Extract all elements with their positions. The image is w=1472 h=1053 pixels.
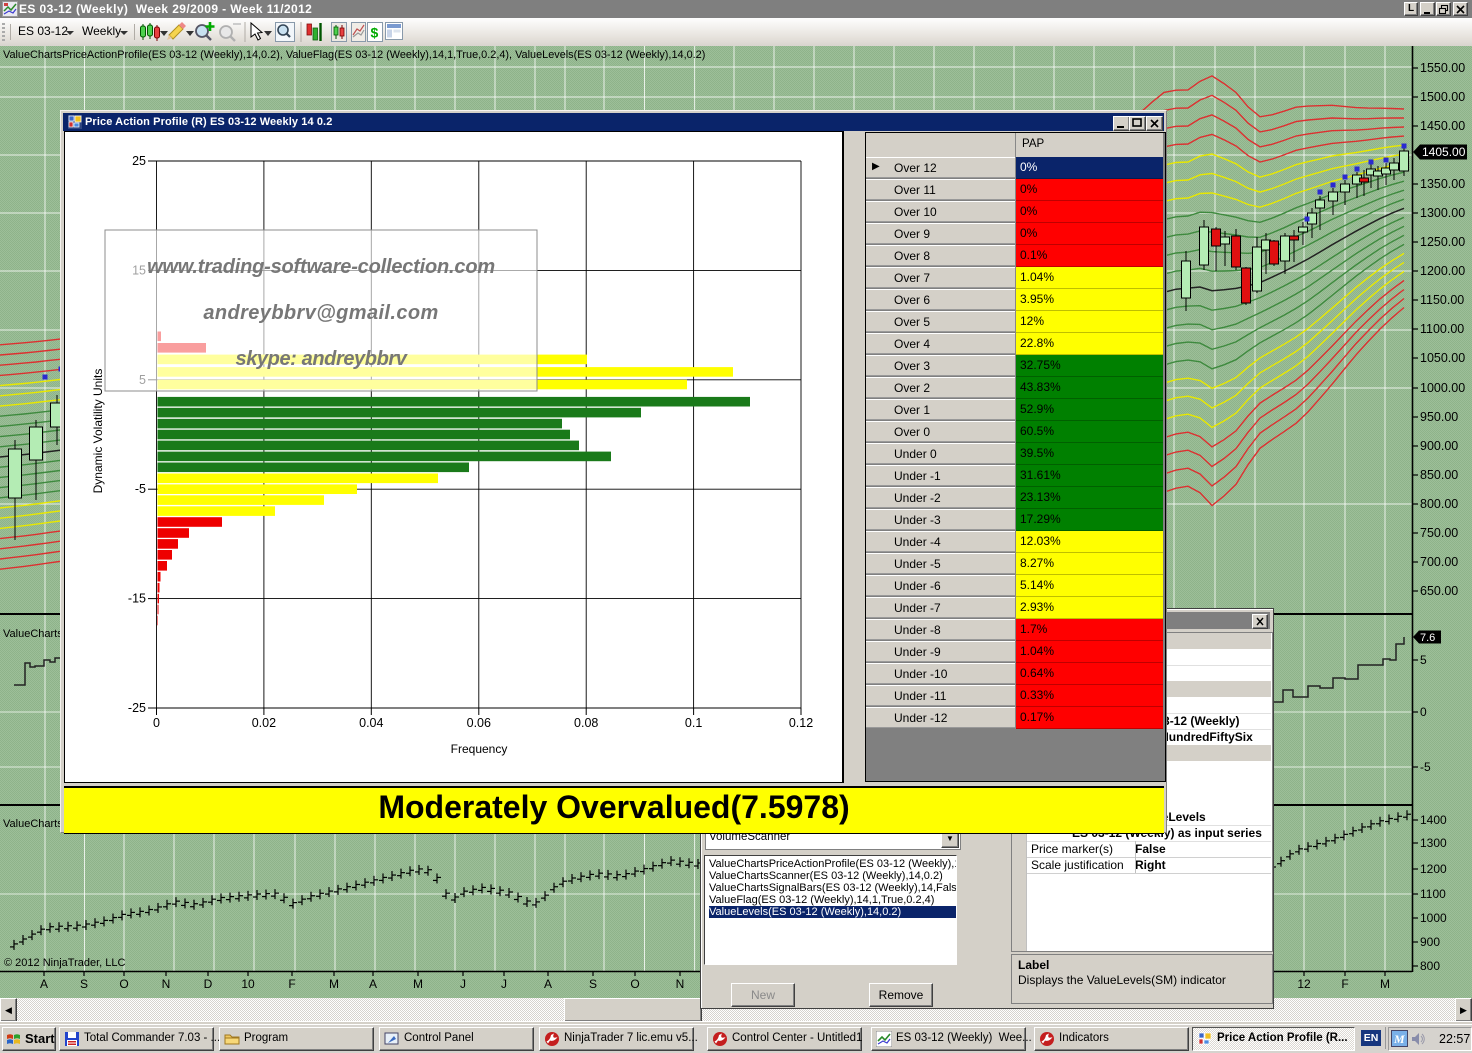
svg-text:10: 10 [241,977,255,991]
svg-text:1300: 1300 [1420,836,1447,850]
svg-text:M: M [413,977,423,991]
svg-text:25: 25 [132,154,146,168]
svg-text:950.00: 950.00 [1420,410,1458,424]
svg-text:S: S [80,977,88,991]
svg-text:ValueChartsPriceActionProfile(: ValueChartsPriceActionProfile(ES 03-12 (… [3,49,705,61]
svg-text:0.02: 0.02 [252,716,276,730]
svg-text:N: N [162,977,171,991]
svg-text:A: A [40,977,48,991]
svg-text:1250.00: 1250.00 [1420,235,1465,249]
svg-text:1000: 1000 [1420,911,1447,925]
svg-text:M: M [329,977,339,991]
svg-text:1100.00: 1100.00 [1420,322,1464,336]
svg-text:0.04: 0.04 [359,716,383,730]
svg-text:1450.00: 1450.00 [1420,119,1465,133]
svg-text:0.06: 0.06 [467,716,491,730]
svg-text:M: M [1393,1032,1405,1046]
svg-text:© 2012 NinjaTrader, LLC: © 2012 NinjaTrader, LLC [4,957,125,969]
svg-text:0.08: 0.08 [574,716,598,730]
svg-text:1350.00: 1350.00 [1420,177,1465,191]
svg-text:J: J [460,977,466,991]
svg-text:900.00: 900.00 [1420,439,1458,453]
svg-text:M: M [1380,977,1390,991]
svg-text:850.00: 850.00 [1420,468,1458,482]
svg-text:7.6: 7.6 [1420,632,1435,644]
svg-text:1200: 1200 [1420,862,1447,876]
svg-text:0: 0 [1420,705,1427,719]
svg-text:F: F [1341,977,1348,991]
svg-text:-5: -5 [135,482,146,496]
svg-text:ValueCharts: ValueCharts [3,818,63,830]
svg-text:0.1: 0.1 [685,716,702,730]
svg-text:900: 900 [1420,935,1440,949]
svg-text:N: N [676,977,685,991]
svg-text:800: 800 [1420,959,1440,973]
svg-text:700.00: 700.00 [1420,555,1458,569]
svg-text:skype: andreybbrv: skype: andreybbrv [235,348,408,370]
svg-text:1500.00: 1500.00 [1420,90,1465,104]
svg-text:Frequency: Frequency [451,742,508,756]
svg-text:A: A [544,977,552,991]
svg-text:750.00: 750.00 [1420,526,1458,540]
svg-text:0.12: 0.12 [789,716,813,730]
svg-text:1050.00: 1050.00 [1420,351,1465,365]
svg-text:-25: -25 [128,701,146,715]
svg-text:5: 5 [1420,653,1427,667]
svg-text:-15: -15 [128,592,146,606]
svg-text:J: J [501,977,507,991]
svg-text:1200.00: 1200.00 [1420,264,1465,278]
svg-text:1300.00: 1300.00 [1420,206,1465,220]
svg-text:0: 0 [153,716,160,730]
svg-text:1000.00: 1000.00 [1420,381,1465,395]
svg-text:800.00: 800.00 [1420,497,1458,511]
svg-text:-5: -5 [1420,760,1431,774]
svg-text:andreybbrv@gmail.com: andreybbrv@gmail.com [203,302,438,324]
svg-text:$: $ [371,25,379,41]
svg-text:www.trading-software-collectio: www.trading-software-collection.com [147,256,495,278]
svg-text:O: O [119,977,128,991]
svg-text:ValueCharts: ValueCharts [3,628,63,640]
svg-text:F: F [288,977,295,991]
svg-text:D: D [204,977,213,991]
svg-text:O: O [630,977,639,991]
svg-text:1400: 1400 [1420,813,1447,827]
svg-text:1100: 1100 [1420,887,1446,901]
svg-text:12: 12 [1297,977,1311,991]
svg-text:1150.00: 1150.00 [1420,293,1464,307]
svg-text:1550.00: 1550.00 [1420,61,1465,75]
svg-text:S: S [589,977,597,991]
svg-text:A: A [369,977,377,991]
svg-text:650.00: 650.00 [1420,584,1458,598]
svg-text:Dynamic Volatility Units: Dynamic Volatility Units [91,369,105,494]
svg-text:1405.00: 1405.00 [1422,145,1466,159]
